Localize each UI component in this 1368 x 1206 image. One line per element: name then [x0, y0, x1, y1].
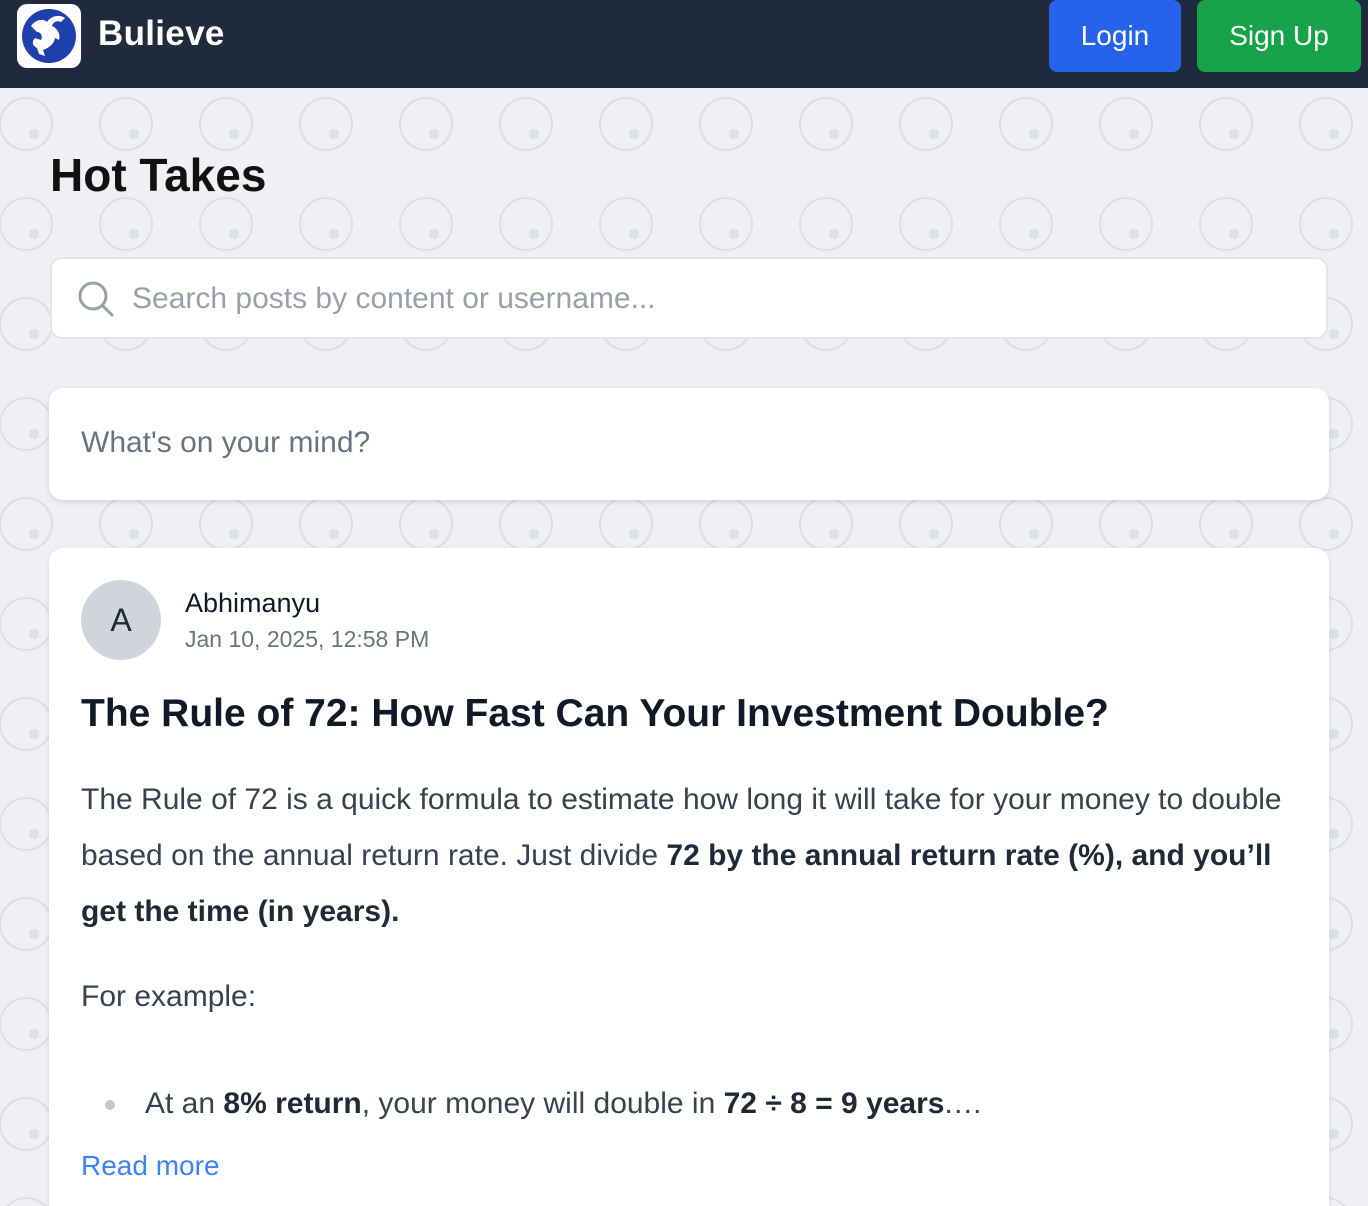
post-composer[interactable]: What's on your mind?	[49, 388, 1329, 500]
composer-placeholder[interactable]: What's on your mind?	[81, 426, 370, 460]
read-more-link[interactable]: Read more	[81, 1150, 220, 1182]
search-icon	[78, 281, 114, 317]
avatar[interactable]: A	[81, 580, 161, 660]
post-body: The Rule of 72 is a quick formula to est…	[81, 772, 1297, 940]
navbar: Bulieve Login Sign Up	[0, 0, 1368, 88]
signup-button[interactable]: Sign Up	[1197, 0, 1361, 72]
page-title: Hot Takes	[50, 149, 267, 201]
bullet-text: At an 8% return, your money will double …	[145, 1087, 983, 1120]
post-title[interactable]: The Rule of 72: How Fast Can Your Invest…	[81, 692, 1297, 736]
logo[interactable]	[17, 4, 81, 68]
post-author[interactable]: Abhimanyu	[185, 588, 320, 619]
post-timestamp: Jan 10, 2025, 12:58 PM	[185, 626, 430, 652]
post-card: A Abhimanyu Jan 10, 2025, 12:58 PM The R…	[49, 548, 1329, 1206]
example-label: For example:	[81, 980, 257, 1013]
bull-icon	[22, 9, 76, 63]
brand-name[interactable]: Bulieve	[98, 14, 225, 54]
search-input[interactable]	[132, 273, 1312, 325]
bullet-icon	[105, 1100, 115, 1110]
login-button[interactable]: Login	[1049, 0, 1181, 72]
search-bar[interactable]	[50, 257, 1328, 339]
list-item: At an 8% return, your money will double …	[81, 1076, 1297, 1132]
